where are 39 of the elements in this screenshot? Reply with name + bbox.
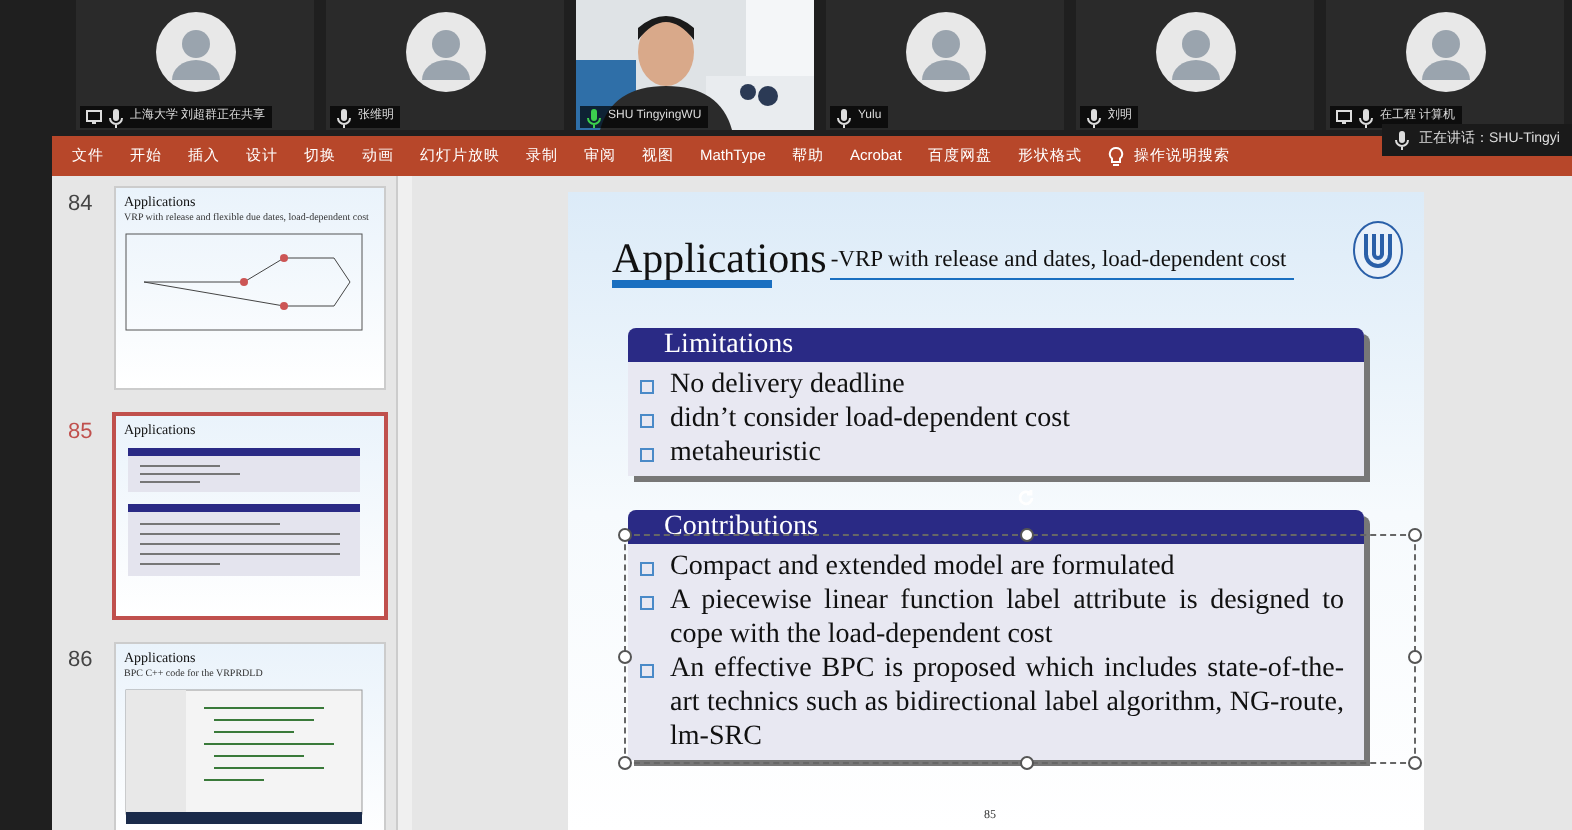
bullet-text: A piecewise linear function label attribute is designed to cope with the load-dependent cost <box>670 584 1346 652</box>
slide-number: 84 <box>68 190 95 220</box>
resize-handle[interactable] <box>1408 528 1422 542</box>
resize-handle[interactable] <box>1408 756 1422 770</box>
bullet-text: An effective BPC is proposed which includes state-of-the-art technics such as bidirectional label algorithm, NG-route, lm-SRC <box>670 652 1346 754</box>
bullet-icon <box>640 380 654 394</box>
rotate-handle-icon[interactable] <box>1016 488 1036 508</box>
slide-title: Applications <box>612 238 827 280</box>
screen-share-icon <box>1336 110 1352 124</box>
resize-handle[interactable] <box>618 528 632 542</box>
lightbulb-icon <box>1107 145 1124 167</box>
avatar <box>1155 12 1235 92</box>
resize-handle[interactable] <box>618 649 632 663</box>
bullet-text: didn’t consider load-dependent cost <box>670 402 1070 436</box>
bullet-icon <box>640 664 654 678</box>
slide-subtitle: -VRP with release and dates, load-dependent cost <box>830 243 1295 280</box>
resize-handle[interactable] <box>1408 649 1422 663</box>
avatar <box>1405 12 1485 92</box>
bullet-text: metaheuristic <box>670 436 821 470</box>
university-logo <box>1352 220 1404 280</box>
bullet-icon <box>640 562 654 576</box>
avatar <box>905 12 985 92</box>
slide-number: 85 <box>68 418 95 448</box>
box-heading: Contributions <box>628 510 1364 544</box>
bullet-text: Compact and extended model are formulated <box>670 550 1177 584</box>
slide-number: 86 <box>68 646 95 676</box>
avatar <box>155 12 235 92</box>
box-heading: Limitations <box>628 328 1364 362</box>
bullet-icon <box>640 596 654 610</box>
bullet-icon <box>640 414 654 428</box>
microphone-icon <box>1394 130 1411 150</box>
bullet-text: No delivery deadline <box>670 368 905 402</box>
bullet-icon <box>640 448 654 462</box>
screen-share-icon <box>86 110 102 124</box>
text-box-card[interactable] <box>628 510 1364 760</box>
text-box-card[interactable]: Limitations No delivery deadline didn’t consider load-dependent cost metaheuristic <box>628 328 1364 476</box>
avatar <box>405 12 485 92</box>
resize-handle[interactable] <box>618 756 632 770</box>
resize-handle[interactable] <box>1020 756 1034 770</box>
